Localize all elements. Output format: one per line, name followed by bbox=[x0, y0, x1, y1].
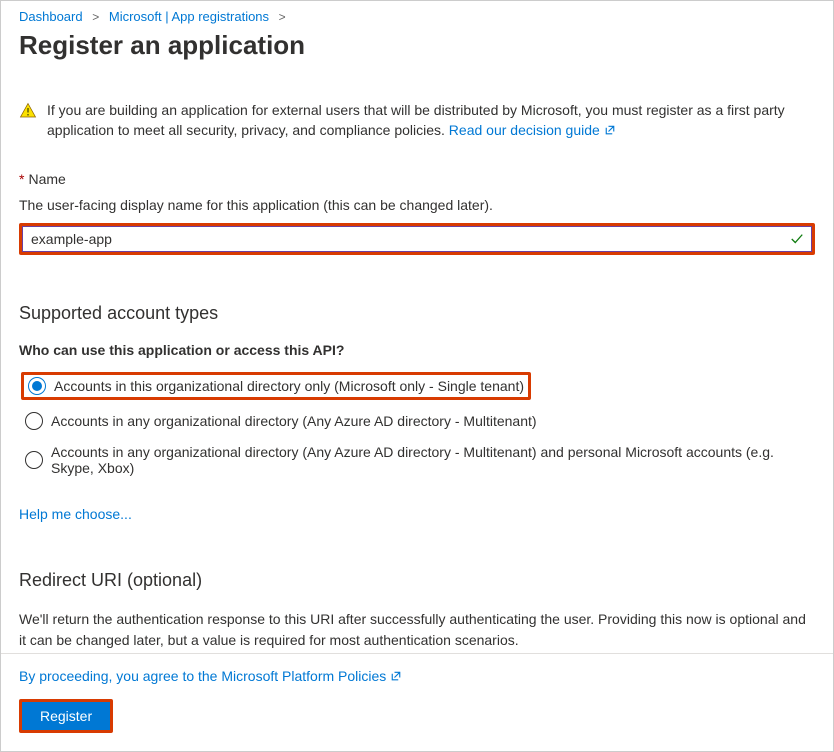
external-link-icon bbox=[390, 669, 402, 685]
breadcrumb: Dashboard > Microsoft | App registration… bbox=[19, 1, 815, 24]
name-highlight bbox=[19, 223, 815, 255]
warning-text: If you are building an application for e… bbox=[47, 101, 815, 141]
breadcrumb-separator: > bbox=[92, 10, 99, 24]
account-types-title: Supported account types bbox=[19, 303, 815, 324]
register-highlight: Register bbox=[19, 699, 113, 733]
app-name-input[interactable] bbox=[22, 226, 812, 252]
register-app-page: Dashboard > Microsoft | App registration… bbox=[0, 0, 834, 752]
account-types-question: Who can use this application or access t… bbox=[19, 342, 815, 358]
warning-icon bbox=[19, 101, 37, 120]
breadcrumb-dashboard[interactable]: Dashboard bbox=[19, 9, 83, 24]
redirect-uri-description: We'll return the authentication response… bbox=[19, 609, 815, 651]
platform-policies-text: By proceeding, you agree to the Microsof… bbox=[19, 668, 815, 685]
decision-guide-link[interactable]: Read our decision guide bbox=[449, 122, 616, 138]
account-type-radio-group: Accounts in this organizational director… bbox=[21, 372, 815, 478]
help-me-choose-link[interactable]: Help me choose... bbox=[19, 506, 132, 522]
account-type-highlight: Accounts in this organizational director… bbox=[21, 372, 531, 400]
name-label: *Name bbox=[19, 171, 815, 187]
page-title: Register an application bbox=[19, 30, 815, 61]
platform-policies-link[interactable]: By proceeding, you agree to the Microsof… bbox=[19, 668, 402, 684]
breadcrumb-separator: > bbox=[279, 10, 286, 24]
redirect-uri-title: Redirect URI (optional) bbox=[19, 570, 815, 591]
breadcrumb-app-registrations[interactable]: Microsoft | App registrations bbox=[109, 9, 269, 24]
radio-multitenant[interactable]: Accounts in any organizational directory… bbox=[21, 410, 815, 432]
footer: By proceeding, you agree to the Microsof… bbox=[1, 653, 833, 751]
name-description: The user-facing display name for this ap… bbox=[19, 197, 815, 213]
first-party-warning: If you are building an application for e… bbox=[19, 101, 815, 141]
register-button[interactable]: Register bbox=[22, 702, 110, 730]
valid-check-icon bbox=[790, 232, 804, 246]
radio-single-tenant[interactable]: Accounts in this organizational director… bbox=[24, 375, 528, 397]
radio-multitenant-personal[interactable]: Accounts in any organizational directory… bbox=[21, 442, 815, 478]
external-link-icon bbox=[604, 122, 616, 142]
